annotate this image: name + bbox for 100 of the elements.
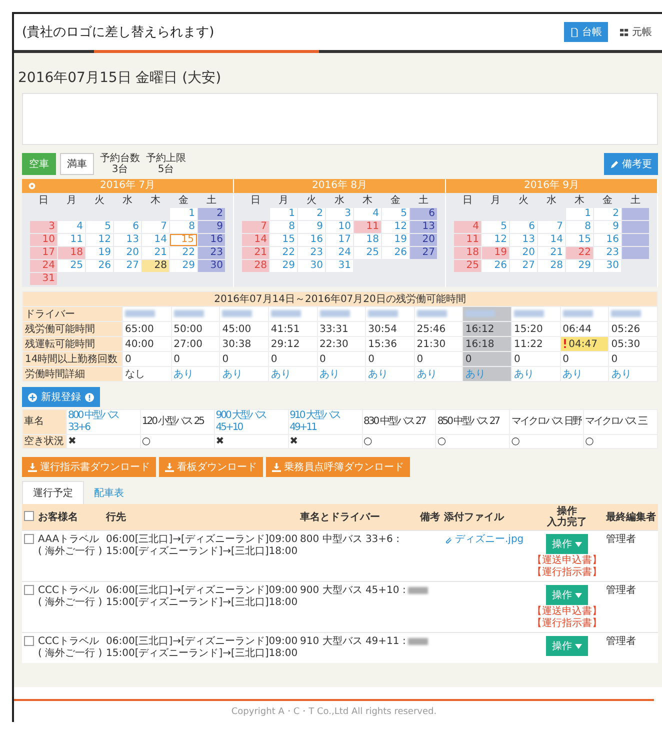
calendar-day[interactable]: 20 [114,247,141,259]
download-button[interactable]: 看板ダウンロード [159,457,263,477]
action-button[interactable]: 操作 [546,585,588,605]
calendar-day[interactable]: 21 [538,247,565,259]
calendar-day[interactable]: 30 [198,260,225,272]
calendar-day[interactable]: 29 [170,260,197,272]
calendar-day[interactable]: 15 [566,234,593,246]
calendar-day[interactable]: 22 [566,247,593,259]
file-link[interactable]: ディズニー.jpg [444,534,524,546]
calendar-day[interactable]: 15 [270,234,297,246]
calendar-day[interactable]: 26 [482,260,509,272]
action-button[interactable]: 操作 [546,636,588,656]
document-link[interactable]: 【運送申込書】 [532,606,602,617]
checkbox[interactable] [24,510,34,520]
calendar-day[interactable]: 5 [86,221,113,233]
checkbox[interactable] [24,636,34,646]
note-button[interactable]: 備考更 [604,153,658,175]
calendar-day[interactable]: 26 [86,260,113,272]
register-button[interactable]: 新規登録 [22,387,100,407]
checkbox[interactable] [24,585,34,595]
calendar-day[interactable]: 12 [482,234,509,246]
document-link[interactable]: 【運送申込書】 [532,555,602,566]
calendar-day[interactable]: 20 [410,234,437,246]
tab[interactable]: 運行予定 [22,481,84,504]
calendar-day[interactable]: 29 [566,260,593,272]
calendar-day[interactable]: 19 [482,247,509,259]
calendar-day[interactable]: 2 [198,208,225,220]
calendar-day[interactable]: 31 [326,260,353,272]
calendar-day[interactable] [622,247,649,259]
driver-cell[interactable] [560,306,609,322]
calendar-day[interactable]: 29 [270,260,297,272]
memo-field[interactable] [22,93,658,145]
calendar-day[interactable]: 21 [242,247,269,259]
calendar-day[interactable]: 27 [114,260,141,272]
calendar-day[interactable]: 3 [30,221,57,233]
calendar-day[interactable]: 18 [454,247,481,259]
calendar-day[interactable]: 5 [482,221,509,233]
driver-cell[interactable] [512,306,560,322]
calendar-day[interactable]: 4 [58,221,85,233]
calendar-day[interactable]: 6 [410,208,437,220]
calendar-day[interactable]: 8 [270,221,297,233]
calendar-day[interactable]: 7 [538,221,565,233]
calendar-day[interactable]: 1 [566,208,593,220]
calendar-day[interactable]: 25 [454,260,481,272]
calendar-day[interactable]: 6 [510,221,537,233]
document-link[interactable]: 【運行指示書】 [532,567,602,578]
document-link[interactable]: 【運行指示書】 [532,618,602,629]
calendar-day[interactable]: 19 [86,247,113,259]
detail-link[interactable]: あり [560,366,609,382]
calendar-day[interactable]: 12 [382,221,409,233]
calendar-day[interactable]: 17 [326,234,353,246]
calendar-day[interactable]: 11 [58,234,85,246]
detail-link[interactable]: あり [608,366,658,382]
calendar-day[interactable]: 9 [594,221,621,233]
calendar-day[interactable]: 28 [242,260,269,272]
calendar-day[interactable]: 9 [198,221,225,233]
calendar-day[interactable]: 30 [298,260,325,272]
calendar-day[interactable]: 16 [298,234,325,246]
calendar-day[interactable]: 22 [170,247,197,259]
detail-link[interactable]: あり [512,366,560,382]
calendar-day[interactable]: 14 [142,234,169,246]
calendar-day[interactable]: 4 [454,221,481,233]
calendar-day[interactable]: 17 [30,247,57,259]
calendar-day[interactable]: 9 [298,221,325,233]
detail-link[interactable]: あり [366,366,414,382]
calendar-day[interactable]: 20 [510,247,537,259]
driver-cell[interactable] [608,306,658,322]
calendar-day[interactable]: 10 [326,221,353,233]
calendar-day[interactable]: 28 [142,260,169,272]
driver-cell[interactable] [171,306,220,322]
calendar-day[interactable] [622,234,649,246]
driver-cell[interactable] [268,306,317,322]
driver-cell[interactable] [220,306,268,322]
download-button[interactable]: 運行指示書ダウンロード [22,457,156,477]
calendar-day[interactable]: 7 [242,221,269,233]
calendar-day[interactable]: 10 [30,234,57,246]
calendar-day[interactable]: 22 [270,247,297,259]
calendar-day[interactable]: 28 [538,260,565,272]
calendar-day[interactable]: 11 [354,221,381,233]
download-button[interactable]: 乗務員点呼簿ダウンロード [266,457,410,477]
detail-link[interactable]: あり [220,366,268,382]
calendar-day[interactable]: 16 [198,234,225,246]
calendar-day[interactable]: 23 [594,247,621,259]
driver-cell[interactable] [122,306,172,322]
calendar-day[interactable]: 23 [198,247,225,259]
nav-button[interactable]: 台帳 [564,22,608,42]
driver-cell[interactable] [462,306,512,322]
calendar-day[interactable]: 24 [30,260,57,272]
nav-button[interactable]: 元帳 [614,22,658,42]
calendar-day[interactable]: 13 [410,221,437,233]
detail-link[interactable]: あり [462,366,512,382]
driver-cell[interactable] [317,306,366,322]
calendar-day[interactable]: 16 [594,234,621,246]
calendar-day[interactable]: 8 [566,221,593,233]
calendar-day[interactable]: 26 [382,247,409,259]
driver-cell[interactable] [366,306,414,322]
calendar-day[interactable]: 27 [510,260,537,272]
detail-link[interactable]: あり [317,366,366,382]
calendar-day[interactable]: 13 [510,234,537,246]
calendar-day[interactable]: 6 [114,221,141,233]
